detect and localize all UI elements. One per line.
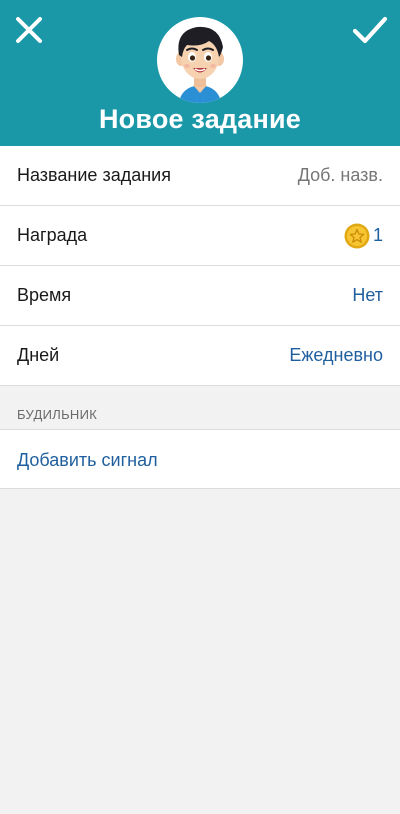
alarm-section-title: БУДИЛЬНИК: [17, 407, 98, 422]
time-label: Время: [17, 285, 72, 305]
reward-row[interactable]: Награда 1: [0, 206, 400, 266]
child-avatar-icon: [176, 26, 224, 103]
days-value: Ежедневно: [289, 345, 383, 365]
task-name-value: Доб. назв.: [297, 165, 383, 185]
reward-label: Награда: [17, 225, 88, 245]
avatar[interactable]: [157, 17, 243, 103]
page-title: Новое задание: [98, 104, 301, 134]
reward-value-group: 1: [344, 223, 383, 249]
confirm-button[interactable]: [346, 6, 394, 54]
close-icon: [16, 17, 42, 43]
header: Новое задание: [0, 0, 400, 146]
alarm-section-header: БУДИЛЬНИК: [0, 388, 400, 430]
task-name-label: Название задания: [17, 165, 171, 185]
task-name-row[interactable]: Название задания Доб. назв.: [0, 146, 400, 206]
time-row[interactable]: Время Нет: [0, 266, 400, 326]
days-label: Дней: [17, 345, 60, 365]
task-fields-list: Название задания Доб. назв. Награда 1 Вр…: [0, 146, 400, 386]
time-value: Нет: [352, 285, 383, 305]
reward-value: 1: [372, 225, 383, 245]
coin-star-icon: [344, 223, 370, 248]
checkmark-icon: [352, 16, 388, 44]
close-button[interactable]: [5, 6, 53, 54]
days-row[interactable]: Дней Ежедневно: [0, 326, 400, 386]
add-alarm-button[interactable]: Добавить сигнал: [0, 430, 400, 489]
new-task-screen: Новое задание Название задания Доб. назв…: [0, 0, 400, 814]
add-alarm-label: Добавить сигнал: [17, 450, 158, 470]
